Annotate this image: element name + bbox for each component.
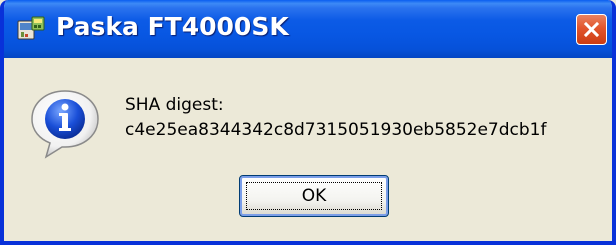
title-bar[interactable]: Paska FT4000SK [4, 0, 612, 58]
digest-value: c4e25ea8344342c8d7315051930eb5852e7dcb1f [125, 120, 547, 140]
application-icon[interactable] [16, 15, 46, 43]
close-button[interactable] [576, 14, 607, 45]
close-icon [583, 21, 600, 38]
ok-button[interactable]: OK [239, 175, 389, 217]
info-icon [28, 87, 102, 161]
ok-button-label: OK [301, 186, 327, 206]
window-title: Paska FT4000SK [56, 12, 289, 41]
message-dialog: Paska FT4000SK SHA digest: c4e25ea834434… [0, 0, 616, 245]
message-label: SHA digest: [125, 95, 224, 115]
